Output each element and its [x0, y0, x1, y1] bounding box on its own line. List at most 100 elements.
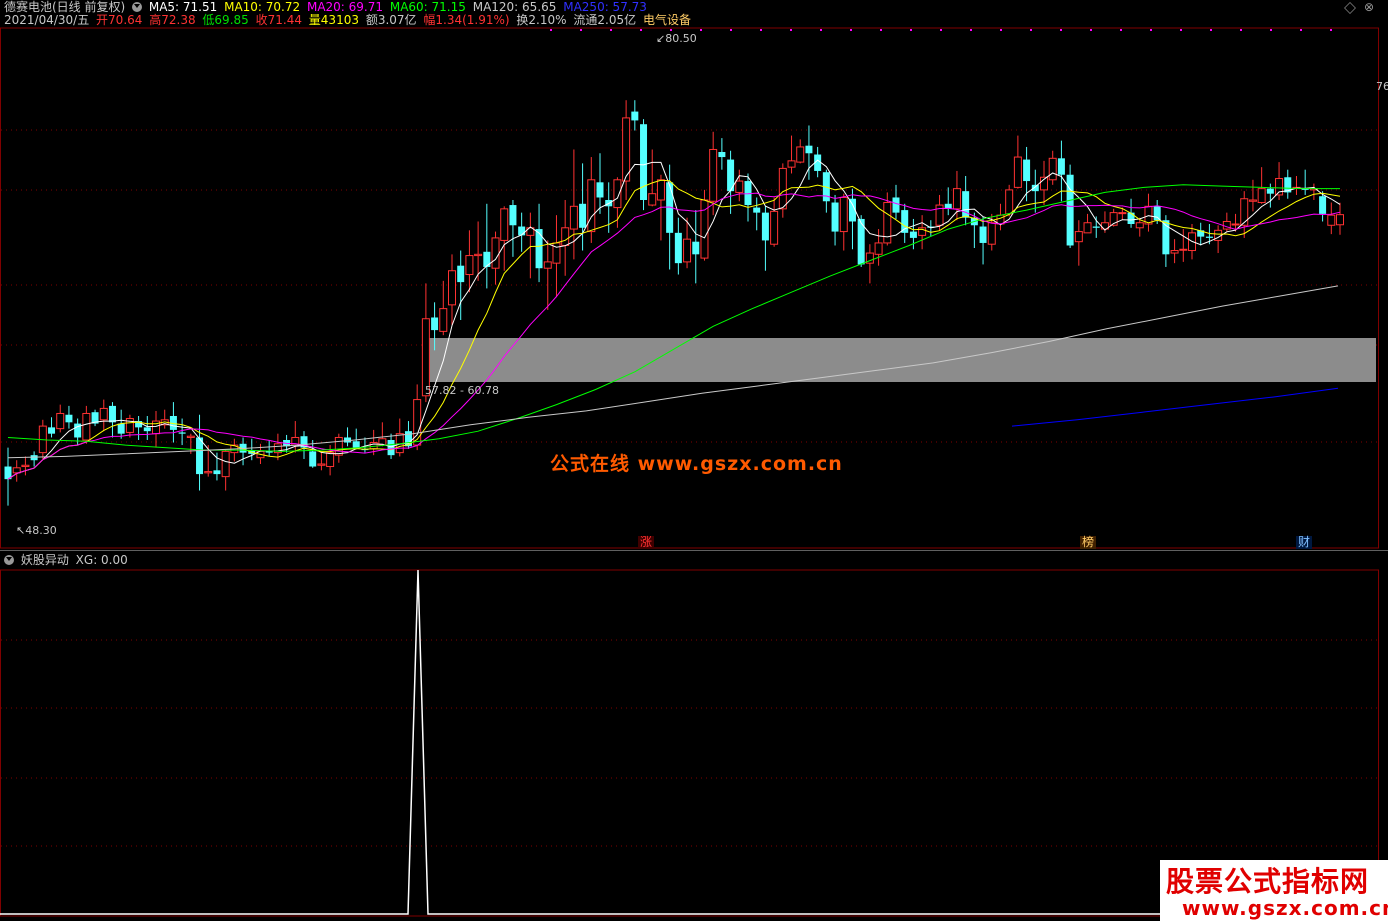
candle-body-up — [1179, 248, 1188, 251]
candle-body-up — [21, 464, 30, 468]
top-marker-dot — [730, 29, 732, 31]
candle-body-up — [500, 208, 509, 241]
logo-url: www.gszx.com.cn — [1182, 896, 1388, 920]
settings-toggle-icon[interactable] — [132, 2, 143, 12]
indicator-header: 妖股异动 XG: 0.00 — [4, 553, 131, 567]
ma120-label: MA120: 65.65 — [472, 0, 557, 14]
candle-body-up — [709, 148, 718, 202]
candle-body-up — [221, 450, 230, 478]
top-marker-dot — [880, 29, 882, 31]
candle-body-up — [334, 436, 343, 456]
candle-body-down — [1092, 226, 1100, 228]
candle-body-up — [1005, 189, 1014, 215]
stock-name: 德赛电池(日线 前复权) — [4, 0, 126, 14]
top-marker-dot — [1030, 29, 1032, 31]
candle-body-up — [204, 471, 213, 474]
top-marker-dot — [640, 29, 642, 31]
candle-body-down — [1153, 206, 1161, 221]
open-label: 开70.64 — [96, 13, 143, 27]
top-marker-dot — [1060, 29, 1062, 31]
top-marker-dot — [550, 29, 552, 31]
ma250-label: MA250: 57.73 — [563, 0, 647, 14]
candle-body-up — [186, 435, 195, 438]
tag-zhang[interactable]: 涨 — [638, 536, 655, 549]
candle-body-up — [99, 407, 108, 421]
candle-body-down — [535, 229, 543, 269]
candle-body-up — [1231, 223, 1240, 226]
candle-body-up — [1118, 212, 1127, 215]
candle-body-down — [509, 205, 517, 226]
candle-body-down — [579, 203, 587, 228]
top-marker-dot — [1270, 29, 1272, 31]
candle-body-down — [1266, 188, 1274, 194]
candle-body-down — [805, 145, 813, 154]
candle-body-up — [561, 227, 570, 246]
candle-body-down — [674, 232, 682, 264]
candle-body-down — [387, 440, 395, 456]
top-marker-dot — [910, 29, 912, 31]
candle-body-up — [1135, 222, 1144, 229]
float-label: 流通2.05亿 — [573, 13, 637, 27]
candle-body-up — [1240, 198, 1249, 226]
close-icon[interactable]: ⊗ — [1364, 0, 1374, 14]
top-marker-dot — [580, 29, 582, 31]
site-logo: 股票公式指标网 www.gszx.com.cn — [1160, 860, 1388, 921]
candle-body-up — [587, 179, 596, 233]
candle-body-up — [1336, 214, 1344, 226]
candle-body-down — [143, 427, 151, 432]
logo-title: 股票公式指标网 — [1166, 865, 1370, 898]
candle-body-up — [683, 238, 692, 263]
top-marker-dot — [940, 29, 942, 31]
candle-body-down — [1057, 158, 1065, 175]
candle-body-up — [1257, 188, 1266, 204]
candle-body-down — [831, 202, 839, 232]
candle-body-up — [796, 146, 805, 163]
candle-body-down — [30, 455, 38, 461]
indicator-value: XG: 0.00 — [75, 553, 128, 567]
candle-body-up — [1248, 199, 1257, 202]
tag-bang[interactable]: 榜 — [1080, 536, 1097, 549]
candle-body-up — [839, 196, 848, 233]
candle-body-up — [735, 180, 744, 193]
high-label: 高72.38 — [149, 13, 196, 27]
candle-body-down — [979, 226, 987, 243]
candle-body-down — [692, 241, 700, 255]
candle-body-down — [1127, 212, 1135, 224]
band-range-label: 57.82 - 60.78 — [425, 384, 499, 397]
top-marker-dot — [1000, 29, 1002, 31]
top-marker-dot — [850, 29, 852, 31]
candle-body-up — [12, 467, 21, 474]
candle-body-up — [952, 188, 961, 210]
top-marker-dot — [760, 29, 762, 31]
candle-body-down — [213, 470, 221, 475]
candle-body-down — [108, 405, 116, 423]
candle-body-down — [65, 414, 73, 423]
candle-body-down — [518, 226, 526, 236]
candle-body-up — [465, 255, 474, 276]
change-label: 幅1.34(1.91%) — [423, 13, 510, 27]
candle-body-up — [491, 237, 500, 269]
candle-body-down — [431, 317, 439, 331]
top-marker-dot — [1330, 29, 1332, 31]
candle-body-up — [317, 463, 326, 466]
volume-label: 量43103 — [308, 13, 359, 27]
candle-body-down — [1031, 184, 1039, 192]
ma5-label: MA5: 71.51 — [148, 0, 218, 14]
candle-body-up — [82, 412, 91, 441]
sector-label: 电气设备 — [642, 13, 691, 27]
candle-body-down — [631, 111, 639, 121]
candle-body-up — [874, 242, 883, 255]
top-marker-dot — [790, 29, 792, 31]
tag-cai[interactable]: 财 — [1296, 536, 1313, 549]
candle-body-down — [1205, 236, 1213, 238]
indicator-toggle-icon[interactable] — [4, 555, 14, 565]
candle-body-down — [352, 441, 360, 448]
watermark-text: 公式在线 www.gszx.com.cn — [550, 453, 843, 475]
candle-body-down — [901, 210, 909, 233]
candle-body-down — [718, 152, 726, 158]
candle-body-down — [117, 423, 125, 434]
candle-body-down — [596, 182, 604, 198]
candle-body-down — [48, 427, 56, 434]
candle-body-up — [787, 160, 796, 168]
top-marker-dot — [670, 29, 672, 31]
